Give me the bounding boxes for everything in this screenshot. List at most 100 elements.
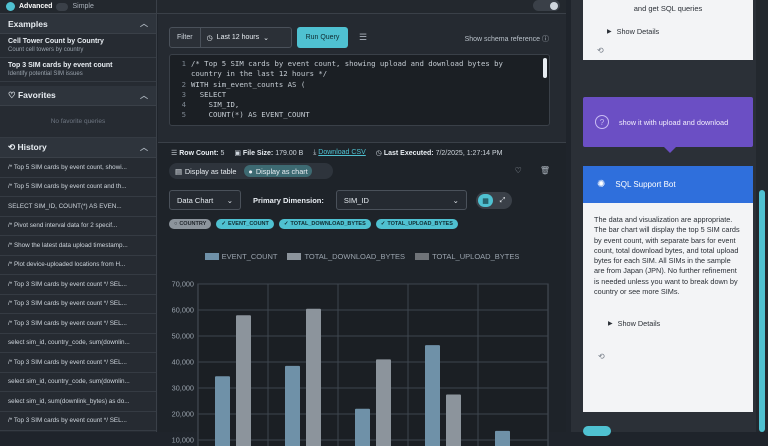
dimension-value: SIM_ID (344, 196, 369, 205)
time-range-value: Last 12 hours (217, 34, 259, 41)
bar (446, 395, 461, 446)
favorites-header[interactable]: ♡ Favorites ︿ (0, 86, 156, 106)
chat-bottom-toggle[interactable] (583, 426, 611, 436)
filter-label: Filter (170, 28, 201, 47)
caret-right-icon: ▶ (607, 28, 612, 35)
display-chart-option[interactable]: ●Display as chart (244, 165, 311, 177)
mode-simple[interactable]: Simple (72, 3, 93, 10)
history-item[interactable]: /* Show the latest data upload timestamp… (0, 236, 156, 256)
history-icon[interactable]: ⟲ (594, 352, 742, 362)
history-item[interactable]: select sim_id, sum(downlink_bytes) as do… (0, 392, 156, 412)
display-table-option[interactable]: ▤Display as table (171, 167, 240, 176)
history-header[interactable]: ⟲ History ︿ (0, 138, 156, 158)
check-icon: ✓ (221, 221, 226, 227)
last-executed-value: 7/2/2025, 1:27:14 PM (436, 150, 503, 157)
filter-select[interactable]: Filter ◷ Last 12 hours ⌄ (169, 27, 292, 48)
show-details-toggle[interactable]: ▶Show Details (594, 319, 742, 329)
history-item[interactable]: /* Top 3 SIM cards by event count */ SEL… (0, 275, 156, 295)
dimension-label: Primary Dimension: (253, 196, 324, 205)
chevron-up-icon[interactable]: ︿ (140, 142, 148, 153)
run-query-button[interactable]: Run Query (297, 27, 348, 48)
format-list-icon[interactable]: ☰ (359, 32, 367, 43)
download-csv[interactable]: ⤓ Download CSV (313, 149, 366, 157)
heart-icon[interactable]: ♡ (515, 166, 522, 175)
code-text: SIM_ID, (191, 100, 239, 110)
history-item[interactable]: /* Top 5 SIM cards by event count, showi… (0, 158, 156, 178)
sql-editor[interactable]: 1/* Top 5 SIM cards by event count, show… (169, 54, 550, 126)
measure-chip[interactable]: ○COUNTRY (169, 219, 211, 229)
main-panel: Filter ◷ Last 12 hours ⌄ Run Query ☰ Sho… (158, 14, 566, 432)
user-message-text: show it with upload and download (619, 117, 728, 128)
bot-header: ✺ SQL Support Bot (583, 166, 753, 203)
chart-view-toggle[interactable]: ▦ ⤢ (476, 192, 512, 209)
view-toggle[interactable]: ▤Display as table ●Display as chart (169, 163, 333, 179)
theme-toggle[interactable] (533, 0, 560, 11)
measure-chip[interactable]: ✓TOTAL_UPLOAD_BYTES (376, 219, 458, 229)
mode-toggle-icon[interactable] (6, 2, 15, 11)
code-text: /* Top 5 SIM cards by event count, showi… (191, 59, 503, 69)
measure-chip[interactable]: ✓TOTAL_DOWNLOAD_BYTES (279, 219, 371, 229)
show-details-toggle[interactable]: ▶ Show Details (593, 27, 743, 36)
history-item[interactable]: /* Top 3 SIM cards by event count */ SEL… (0, 353, 156, 373)
history-icon[interactable]: ⟲ (593, 46, 743, 55)
mode-switch[interactable]: Advanced Simple (0, 0, 156, 14)
result-actions: ♡ 🗑 (515, 166, 550, 175)
legend-label: TOTAL_DOWNLOAD_BYTES (304, 252, 405, 261)
line-number: 4 (174, 100, 186, 110)
y-tick-label: 10,000 (172, 436, 194, 445)
schema-link-label: Show schema reference (465, 36, 540, 43)
history-item[interactable]: /* Top 3 SIM cards by event count */ SEL… (0, 412, 156, 432)
check-icon: ✓ (284, 221, 289, 227)
bot-message: The data and visualization are appropria… (583, 203, 753, 412)
legend-item[interactable]: TOTAL_UPLOAD_BYTES (415, 252, 519, 261)
history-item[interactable]: /* Top 3 SIM cards by event count */ SEL… (0, 314, 156, 334)
download-csv-link[interactable]: Download CSV (318, 149, 365, 156)
code-line: 3 SELECT (174, 90, 545, 100)
time-range[interactable]: ◷ Last 12 hours ⌄ (201, 34, 275, 42)
check-icon: ✓ (381, 221, 386, 227)
history-label: History (17, 142, 46, 152)
expand-icon[interactable]: ⤢ (495, 194, 510, 207)
history-item[interactable]: /* Top 3 SIM cards by event count */ SEL… (0, 295, 156, 315)
line-number: 3 (174, 90, 186, 100)
row-count-value: 5 (220, 150, 224, 157)
editor-scrollbar[interactable] (543, 58, 547, 78)
favorites-title: ♡ Favorites (8, 90, 56, 101)
line-number: 5 (174, 110, 186, 120)
measure-chip[interactable]: ✓EVENT_COUNT (216, 219, 274, 229)
history-item[interactable]: SELECT SIM_ID, COUNT(*) AS EVEN... (0, 197, 156, 217)
grid-view-icon[interactable]: ▦ (478, 194, 493, 207)
examples-header[interactable]: Examples ︿ (0, 14, 156, 34)
example-subtitle: Count cell towers by country (8, 47, 148, 53)
legend-item[interactable]: EVENT_COUNT (205, 252, 278, 261)
file-size: ▣ File Size: 179.00 B (234, 149, 303, 157)
trash-icon[interactable]: 🗑 (540, 166, 550, 175)
mode-switch-icon[interactable] (56, 3, 68, 11)
example-item[interactable]: Cell Tower Count by Country Count cell t… (0, 34, 156, 58)
chat-scrollbar[interactable] (756, 0, 768, 432)
example-item[interactable]: Top 3 SIM cards by event count Identify … (0, 58, 156, 82)
chevron-up-icon[interactable]: ︿ (140, 18, 148, 29)
code-line: 2WITH sim_event_counts AS ( (174, 80, 545, 90)
history-item[interactable]: /* Pivot send interval data for 2 specif… (0, 217, 156, 237)
chevron-down-icon: ⌄ (263, 34, 269, 42)
dimension-select[interactable]: SIM_ID⌄ (336, 190, 467, 210)
y-tick-label: 70,000 (172, 280, 194, 289)
scrollbar-thumb[interactable] (759, 190, 765, 432)
legend-swatch (287, 253, 301, 260)
user-message: ? show it with upload and download (583, 97, 753, 147)
mode-advanced[interactable]: Advanced (19, 3, 52, 10)
chevron-up-icon[interactable]: ︿ (140, 90, 148, 101)
y-tick-label: 60,000 (172, 306, 194, 315)
history-item[interactable]: select sim_id, country_code, sum(downlin… (0, 373, 156, 393)
history-item[interactable]: /* Plot device-uploaded locations from H… (0, 256, 156, 276)
bot-icon: ✺ (597, 179, 605, 190)
schema-reference-link[interactable]: Show schema reference ⓘ (465, 34, 549, 44)
history-item[interactable]: /* Top 5 SIM cards by event count and th… (0, 178, 156, 198)
show-details-label: Show Details (617, 27, 660, 36)
chart-type-select[interactable]: Data Chart⌄ (169, 190, 241, 210)
legend-item[interactable]: TOTAL_DOWNLOAD_BYTES (287, 252, 405, 261)
example-subtitle: Identify potential SIM issues (8, 71, 148, 77)
history-item[interactable]: select sim_id, country_code, sum(downlin… (0, 334, 156, 354)
line-number (174, 69, 186, 79)
